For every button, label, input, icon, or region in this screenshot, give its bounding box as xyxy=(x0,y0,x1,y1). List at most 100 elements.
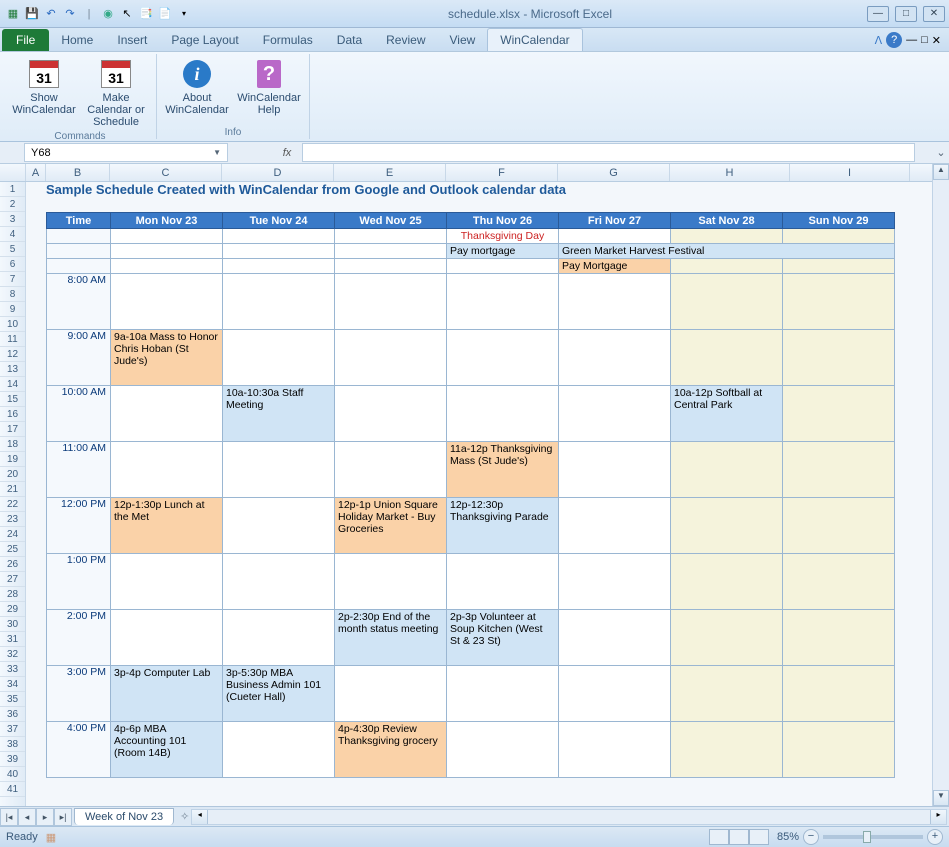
ribbon-btn-wincalendar-help[interactable]: ?WinCalendar Help xyxy=(233,54,305,126)
row-header-41[interactable]: 41 xyxy=(0,782,25,797)
cal-hour-cell[interactable] xyxy=(559,498,671,554)
row-header-36[interactable]: 36 xyxy=(0,707,25,722)
cal-hour-cell[interactable]: 2p-3p Volunteer at Soup Kitchen (West St… xyxy=(447,610,559,666)
scroll-down-icon[interactable]: ▼ xyxy=(933,790,949,806)
cal-hour-cell[interactable]: 10a-10:30a Staff Meeting xyxy=(223,386,335,442)
cal-event[interactable]: Pay mortgage xyxy=(447,244,558,258)
row-header-27[interactable]: 27 xyxy=(0,572,25,587)
cal-event[interactable]: 4p-4:30p Review Thanksgiving grocery xyxy=(335,722,446,777)
cal-hour-cell[interactable] xyxy=(223,442,335,498)
cal-event[interactable]: 12p-1:30p Lunch at the Met xyxy=(111,498,222,553)
cal-allday-cell[interactable] xyxy=(223,244,335,259)
cal-hour-cell[interactable] xyxy=(671,274,783,330)
cal-hour-cell[interactable]: 1:00 PM xyxy=(47,554,111,610)
qat-ext4-icon[interactable]: 📄 xyxy=(156,5,174,23)
cal-hour-cell[interactable] xyxy=(223,330,335,386)
menu-tab-data[interactable]: Data xyxy=(325,29,374,51)
cal-allday-cell[interactable]: Pay Mortgage xyxy=(559,259,671,274)
cal-hour-cell[interactable]: 12p-12:30p Thanksgiving Parade xyxy=(447,498,559,554)
cal-hour-cell[interactable] xyxy=(783,666,895,722)
cal-allday-cell[interactable] xyxy=(335,259,447,274)
cal-hour-cell[interactable]: 11:00 AM xyxy=(47,442,111,498)
save-icon[interactable]: 💾 xyxy=(23,5,41,23)
menu-tab-insert[interactable]: Insert xyxy=(105,29,159,51)
tab-prev-icon[interactable]: ◂ xyxy=(18,808,36,826)
cal-event[interactable]: 12p-1p Union Square Holiday Market - Buy… xyxy=(335,498,446,553)
cal-hour-cell[interactable] xyxy=(671,666,783,722)
cal-event[interactable]: Thanksgiving Day xyxy=(447,229,558,243)
cal-hour-cell[interactable] xyxy=(559,330,671,386)
workbook-min-icon[interactable]: — xyxy=(906,34,917,46)
new-sheet-icon[interactable]: ✧ xyxy=(180,810,189,823)
row-header-29[interactable]: 29 xyxy=(0,602,25,617)
row-header-20[interactable]: 20 xyxy=(0,467,25,482)
cal-hour-cell[interactable]: 4p-4:30p Review Thanksgiving grocery xyxy=(335,722,447,778)
row-header-21[interactable]: 21 xyxy=(0,482,25,497)
cal-hour-cell[interactable] xyxy=(223,498,335,554)
row-header-25[interactable]: 25 xyxy=(0,542,25,557)
cal-event[interactable]: 9a-10a Mass to Honor Chris Hoban (St Jud… xyxy=(111,330,222,385)
cal-hour-cell[interactable] xyxy=(671,330,783,386)
cal-allday-cell[interactable] xyxy=(783,259,895,274)
row-header-28[interactable]: 28 xyxy=(0,587,25,602)
col-header-D[interactable]: D xyxy=(222,164,334,181)
cal-hour-cell[interactable] xyxy=(447,330,559,386)
cal-hour-cell[interactable] xyxy=(783,610,895,666)
row-header-31[interactable]: 31 xyxy=(0,632,25,647)
cal-event[interactable]: Green Market Harvest Festival xyxy=(559,244,894,258)
cal-allday-cell[interactable]: Pay mortgage xyxy=(447,244,559,259)
row-header-9[interactable]: 9 xyxy=(0,302,25,317)
cal-hour-cell[interactable] xyxy=(559,610,671,666)
row-header-5[interactable]: 5 xyxy=(0,242,25,257)
row-header-18[interactable]: 18 xyxy=(0,437,25,452)
row-header-35[interactable]: 35 xyxy=(0,692,25,707)
ribbon-btn-show-wincalendar[interactable]: 31Show WinCalendar xyxy=(8,54,80,130)
cal-hour-cell[interactable] xyxy=(671,610,783,666)
cal-event[interactable]: 2p-3p Volunteer at Soup Kitchen (West St… xyxy=(447,610,558,665)
zoom-slider[interactable] xyxy=(823,835,923,839)
cal-hour-cell[interactable] xyxy=(111,554,223,610)
row-header-32[interactable]: 32 xyxy=(0,647,25,662)
cal-hour-cell[interactable] xyxy=(223,722,335,778)
col-header-H[interactable]: H xyxy=(670,164,790,181)
cal-hour-cell[interactable]: 10:00 AM xyxy=(47,386,111,442)
menu-tab-formulas[interactable]: Formulas xyxy=(251,29,325,51)
row-header-15[interactable]: 15 xyxy=(0,392,25,407)
cal-hour-cell[interactable] xyxy=(447,554,559,610)
cal-allday-cell[interactable] xyxy=(559,229,671,244)
qat-ext3-icon[interactable]: 📑 xyxy=(137,5,155,23)
row-header-23[interactable]: 23 xyxy=(0,512,25,527)
redo-icon[interactable]: ↷ xyxy=(61,5,79,23)
col-header-C[interactable]: C xyxy=(110,164,222,181)
cal-hour-cell[interactable] xyxy=(223,274,335,330)
menu-tab-page-layout[interactable]: Page Layout xyxy=(159,29,250,51)
cal-hour-cell[interactable]: 4p-6p MBA Accounting 101 (Room 14B) xyxy=(111,722,223,778)
row-header-39[interactable]: 39 xyxy=(0,752,25,767)
cal-allday-cell[interactable] xyxy=(223,259,335,274)
maximize-button[interactable]: □ xyxy=(895,6,917,22)
row-header-3[interactable]: 3 xyxy=(0,212,25,227)
help-icon[interactable]: ? xyxy=(886,32,902,48)
cal-event[interactable]: Pay Mortgage xyxy=(559,259,670,273)
undo-icon[interactable]: ↶ xyxy=(42,5,60,23)
cal-hour-cell[interactable]: 3p-4p Computer Lab xyxy=(111,666,223,722)
ribbon-minimize-icon[interactable]: ᐱ xyxy=(875,34,883,47)
hscroll-right-icon[interactable]: ▸ xyxy=(930,810,946,824)
col-header-F[interactable]: F xyxy=(446,164,558,181)
row-header-40[interactable]: 40 xyxy=(0,767,25,782)
cal-allday-cell[interactable] xyxy=(447,259,559,274)
cal-hour-cell[interactable] xyxy=(447,386,559,442)
formula-input[interactable] xyxy=(302,143,915,162)
cal-hour-cell[interactable]: 10a-12p Softball at Central Park xyxy=(671,386,783,442)
row-header-33[interactable]: 33 xyxy=(0,662,25,677)
row-header-34[interactable]: 34 xyxy=(0,677,25,692)
cal-hour-cell[interactable]: 8:00 AM xyxy=(47,274,111,330)
workbook-close-icon[interactable]: ✕ xyxy=(932,34,941,47)
horizontal-scrollbar[interactable]: ◂ ▸ xyxy=(191,809,947,825)
row-header-24[interactable]: 24 xyxy=(0,527,25,542)
ribbon-btn-about-wincalendar[interactable]: iAbout WinCalendar xyxy=(161,54,233,126)
cal-hour-cell[interactable] xyxy=(111,386,223,442)
row-header-16[interactable]: 16 xyxy=(0,407,25,422)
cal-hour-cell[interactable] xyxy=(559,386,671,442)
row-header-10[interactable]: 10 xyxy=(0,317,25,332)
